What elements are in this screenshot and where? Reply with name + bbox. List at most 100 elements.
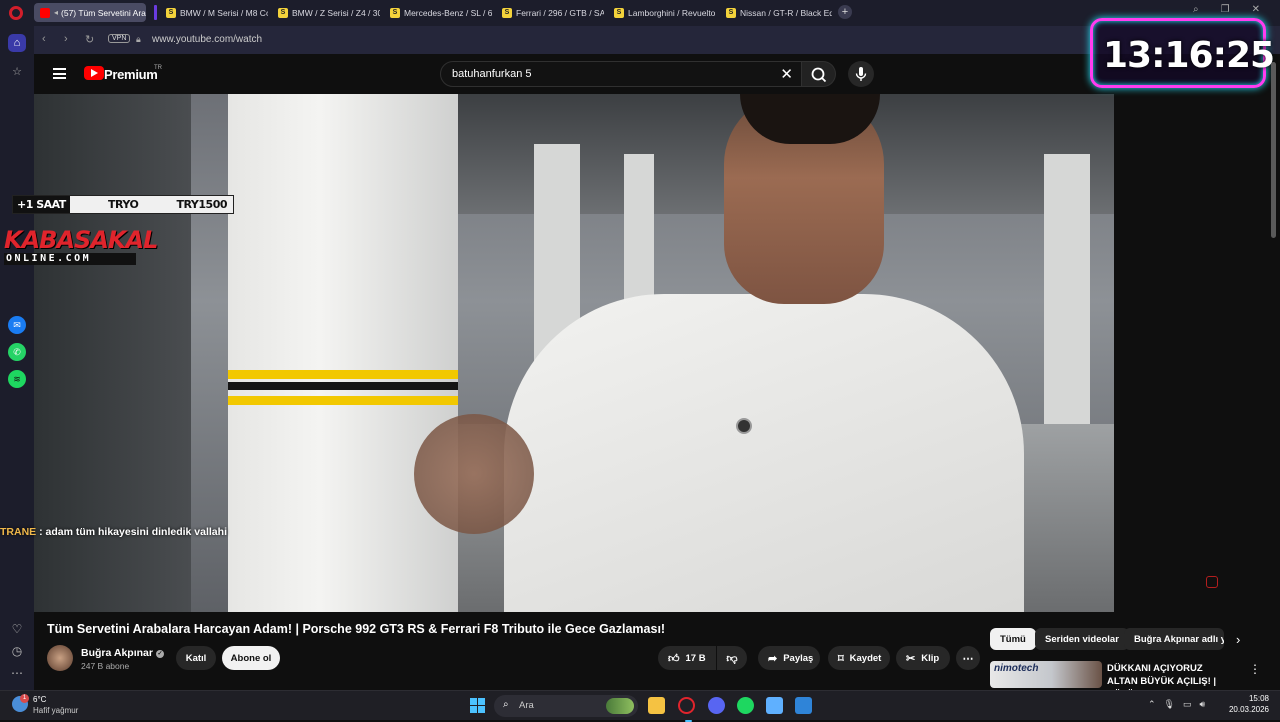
sahibinden-icon: S (502, 7, 512, 18)
home-icon[interactable]: ⌂ (8, 34, 26, 52)
taskbar-date[interactable]: 20.03.2026 (1218, 705, 1269, 714)
search-input[interactable]: batuhanfurkan 5 ✕ (440, 61, 802, 87)
search-highlight-art (606, 698, 634, 714)
microphone-icon (855, 67, 867, 81)
new-tab-button[interactable]: + (838, 5, 852, 19)
tab-bmw-m8[interactable]: S BMW / M Serisi / M8 Cou (160, 3, 268, 22)
weather-description[interactable]: Hafif yağmur (33, 706, 78, 715)
like-button[interactable]: 👍︎ 17 B (658, 646, 716, 670)
sahibinden-icon: S (390, 7, 400, 18)
recommendation-thumbnail[interactable]: nimotech (990, 661, 1102, 688)
voice-search-button[interactable] (848, 61, 874, 87)
clear-search-icon[interactable]: ✕ (780, 65, 793, 83)
channel-avatar[interactable] (47, 645, 73, 671)
system-tray: ⌃ 🎙︎ ▭ 🔊︎ (1148, 699, 1205, 710)
vpn-badge[interactable]: VPN (108, 34, 131, 43)
windows-start-icon[interactable] (470, 698, 485, 713)
forward-icon[interactable]: › (64, 33, 68, 45)
region-label: TR (154, 65, 162, 71)
opera-browser-icon[interactable] (678, 697, 695, 722)
volume-icon[interactable]: 🔊︎ (1200, 699, 1206, 710)
back-icon[interactable]: ‹ (42, 33, 46, 45)
scissors-icon: ✂ (906, 652, 916, 665)
bookmark-icon: ⌑ (838, 652, 844, 665)
weather-temperature[interactable]: 6°C (33, 695, 46, 704)
youtube-brand[interactable]: Premium (104, 67, 158, 82)
chip-channel-uploads[interactable]: Buğra Akpınar adlı yük (1124, 628, 1224, 650)
reload-icon[interactable]: ↻ (85, 33, 94, 46)
tab-bmw-z4[interactable]: S BMW / Z Serisi / Z4 / 30i (272, 3, 380, 22)
tab-group-indicator (154, 5, 157, 20)
channel-name[interactable]: Buğra Akpınar ✓ (81, 647, 164, 659)
thumbs-down-icon: 👎︎ (726, 652, 738, 665)
browser-sidebar: ⌂ ☆ ✉ ✆ ≋ ♡ ◷ ⋯ (0, 26, 34, 690)
subscribe-button[interactable]: Abone ol (222, 646, 280, 670)
close-icon[interactable]: ✕ (1252, 4, 1260, 15)
discord-icon[interactable] (708, 697, 725, 714)
chevron-right-icon[interactable]: › (1236, 632, 1240, 647)
join-button[interactable]: Katıl (176, 646, 216, 670)
more-icon: ⋯ (962, 652, 974, 665)
search-button[interactable] (802, 61, 836, 87)
search-icon (811, 67, 827, 83)
chevron-up-icon[interactable]: ⌃ (1148, 699, 1156, 710)
spotify-icon[interactable] (737, 697, 754, 714)
page-scrollbar[interactable] (1271, 62, 1276, 238)
chat-message: TRANE : adam tüm hikayesini dinledik val… (0, 526, 227, 538)
lock-icon[interactable]: 🔒︎ (136, 34, 141, 45)
app-icon[interactable] (766, 697, 783, 714)
history-icon[interactable]: ◷ (8, 642, 26, 660)
spotify-icon[interactable]: ≋ (8, 370, 26, 388)
more-icon[interactable]: ⋯ (8, 664, 26, 682)
youtube-logo-icon[interactable] (84, 66, 104, 80)
save-button[interactable]: ⌑ Kaydet (828, 646, 890, 670)
url-field[interactable]: www.youtube.com/watch (152, 34, 262, 45)
window-controls: ⌕ ❐ ✕ (1193, 4, 1280, 15)
chip-series-videos[interactable]: Seriden videolar (1035, 628, 1129, 650)
whatsapp-icon[interactable]: ✆ (8, 343, 26, 361)
search-tabs-icon[interactable]: ⌕ (1193, 4, 1199, 15)
monitor-icon[interactable]: ▭ (1183, 699, 1192, 710)
restore-icon[interactable]: ❐ (1221, 4, 1230, 15)
photos-icon[interactable] (795, 697, 812, 714)
tab-youtube[interactable]: ◂ (57) Tüm Servetini Ara (34, 3, 146, 22)
more-actions-button[interactable]: ⋯ (956, 646, 980, 670)
sponsor-logo: KABASAKAL ONLINE.COM (4, 226, 158, 265)
share-icon: ➦ (768, 652, 778, 665)
search-query[interactable]: batuhanfurkan 5 (452, 68, 532, 80)
opera-logo-icon[interactable] (9, 6, 23, 20)
dislike-button[interactable]: 👎︎ (717, 646, 747, 670)
bookmarks-icon[interactable]: ☆ (8, 62, 26, 80)
tab-lamborghini[interactable]: S Lamborghini / Revuelto / (608, 3, 716, 22)
sahibinden-icon: S (278, 7, 288, 18)
tab-mercedes-sl[interactable]: S Mercedes-Benz / SL / 63 (384, 3, 492, 22)
sahibinden-icon: S (726, 7, 736, 18)
taskbar-search[interactable]: ⌕ Ara (494, 695, 638, 717)
tab-nissan-gtr[interactable]: S Nissan / GT-R / Black Editi (720, 3, 832, 22)
windows-taskbar: 1 6°C Hafif yağmur ⌕ Ara ⌃ 🎙︎ ▭ 🔊︎ 15:08… (0, 690, 1280, 722)
weather-badge: 1 (20, 694, 29, 703)
microphone-icon[interactable]: 🎙︎ (1164, 699, 1175, 710)
sahibinden-icon: S (614, 7, 624, 18)
speaker-icon[interactable]: ◂ (54, 8, 58, 17)
subscriber-count: 247 B abone (81, 661, 130, 671)
messenger-icon[interactable]: ✉ (8, 316, 26, 334)
clip-button[interactable]: ✂ Klip (896, 646, 950, 670)
lapel-mic (736, 418, 752, 434)
thumbs-up-icon: 👍︎ (668, 652, 680, 665)
tab-ferrari-296[interactable]: S Ferrari / 296 / GTB / SANT (496, 3, 604, 22)
heart-icon[interactable]: ♡ (8, 620, 26, 638)
share-button[interactable]: ➦ Paylaş (758, 646, 820, 670)
clock-time: 13:16:25 (1103, 35, 1275, 76)
file-explorer-icon[interactable] (648, 697, 665, 714)
browser-tab-strip: ◂ (57) Tüm Servetini Ara S BMW / M Seris… (0, 0, 1280, 26)
search-icon: ⌕ (503, 699, 509, 710)
verified-icon: ✓ (155, 650, 164, 658)
chip-all[interactable]: Tümü (990, 628, 1036, 650)
kebab-menu-icon[interactable]: ⋮ (1249, 662, 1261, 676)
sahibinden-icon: S (166, 7, 176, 18)
taskbar-time[interactable]: 15:08 (1229, 694, 1269, 703)
record-indicator-icon (1206, 576, 1218, 588)
stream-info-bar: +1 SAAT TRYO TRY1500 (12, 195, 234, 214)
menu-icon[interactable] (53, 68, 66, 79)
